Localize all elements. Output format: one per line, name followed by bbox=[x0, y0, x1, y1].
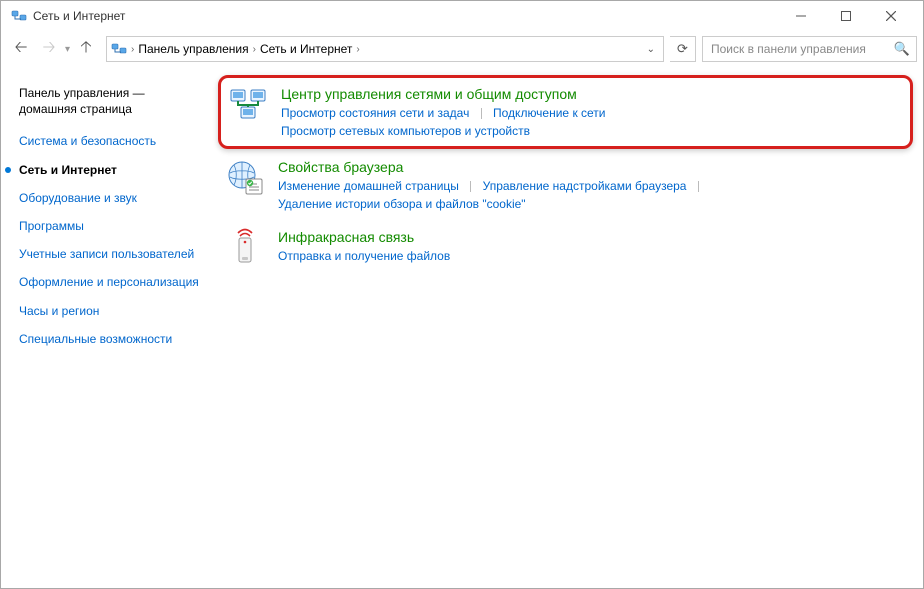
highlight-box: Центр управления сетями и общим доступом… bbox=[218, 75, 913, 149]
search-input[interactable] bbox=[709, 41, 894, 57]
task-link[interactable]: Просмотр сетевых компьютеров и устройств bbox=[281, 124, 530, 138]
task-link[interactable]: Просмотр состояния сети и задач bbox=[281, 106, 469, 120]
network-center-icon bbox=[227, 84, 269, 126]
maximize-button[interactable] bbox=[823, 1, 868, 31]
up-button[interactable]: 🡡 bbox=[72, 35, 100, 63]
history-dropdown-icon[interactable]: ▾ bbox=[63, 44, 72, 55]
browser-properties-icon bbox=[224, 157, 266, 199]
task-link[interactable]: Удаление истории обзора и файлов "cookie… bbox=[278, 197, 526, 211]
search-box[interactable]: 🔍 bbox=[702, 36, 917, 62]
titlebar: Сеть и Интернет bbox=[1, 1, 923, 31]
navbar: 🡠 🡢 ▾ 🡡 › Панель управления › Сеть и Инт… bbox=[1, 31, 923, 67]
category-title[interactable]: Инфракрасная связь bbox=[278, 229, 450, 245]
network-icon bbox=[111, 41, 127, 57]
category-title[interactable]: Центр управления сетями и общим доступом bbox=[281, 86, 606, 102]
sidebar-home-line2: домашняя страница bbox=[19, 102, 132, 116]
category-infrared: Инфракрасная связь Отправка и получение … bbox=[224, 227, 903, 269]
sidebar-home-line1: Панель управления — bbox=[19, 86, 145, 100]
task-link[interactable]: Подключение к сети bbox=[493, 106, 605, 120]
infrared-icon bbox=[224, 227, 266, 269]
close-button[interactable] bbox=[868, 1, 913, 31]
search-icon[interactable]: 🔍 bbox=[894, 41, 910, 57]
sidebar-item-appearance[interactable]: Оформление и персонализация bbox=[19, 274, 206, 290]
chevron-right-icon[interactable]: › bbox=[356, 44, 359, 55]
sidebar: Панель управления — домашняя страница Си… bbox=[1, 67, 216, 588]
sidebar-item-accounts[interactable]: Учетные записи пользователей bbox=[19, 246, 206, 262]
sidebar-item-accessibility[interactable]: Специальные возможности bbox=[19, 331, 206, 347]
sidebar-item-network[interactable]: Сеть и Интернет bbox=[19, 162, 206, 178]
task-link[interactable]: Отправка и получение файлов bbox=[278, 249, 450, 263]
sidebar-home[interactable]: Панель управления — домашняя страница bbox=[19, 85, 206, 117]
back-button[interactable]: 🡠 bbox=[7, 35, 35, 63]
network-icon bbox=[11, 8, 27, 24]
sidebar-item-clock[interactable]: Часы и регион bbox=[19, 303, 206, 319]
refresh-button[interactable]: ⟳ bbox=[670, 36, 696, 62]
task-link[interactable]: Управление надстройками браузера bbox=[483, 179, 687, 193]
minimize-button[interactable] bbox=[778, 1, 823, 31]
category-browser-properties: Свойства браузера Изменение домашней стр… bbox=[224, 157, 903, 213]
sidebar-item-system[interactable]: Система и безопасность bbox=[19, 133, 206, 149]
breadcrumb-item[interactable]: Сеть и Интернет bbox=[256, 42, 356, 56]
category-title[interactable]: Свойства браузера bbox=[278, 159, 707, 175]
window-title: Сеть и Интернет bbox=[33, 9, 125, 23]
address-bar[interactable]: › Панель управления › Сеть и Интернет › … bbox=[106, 36, 664, 62]
forward-button[interactable]: 🡢 bbox=[35, 35, 63, 63]
breadcrumb-item[interactable]: Панель управления bbox=[134, 42, 252, 56]
category-network-center: Центр управления сетями и общим доступом… bbox=[227, 84, 900, 140]
main-content: Центр управления сетями и общим доступом… bbox=[216, 67, 923, 588]
control-panel-window: Сеть и Интернет 🡠 🡢 ▾ 🡡 › Панель управле… bbox=[0, 0, 924, 589]
task-link[interactable]: Изменение домашней страницы bbox=[278, 179, 459, 193]
sidebar-item-programs[interactable]: Программы bbox=[19, 218, 206, 234]
addressbar-dropdown-icon[interactable]: ⌄ bbox=[643, 44, 659, 55]
sidebar-item-hardware[interactable]: Оборудование и звук bbox=[19, 190, 206, 206]
